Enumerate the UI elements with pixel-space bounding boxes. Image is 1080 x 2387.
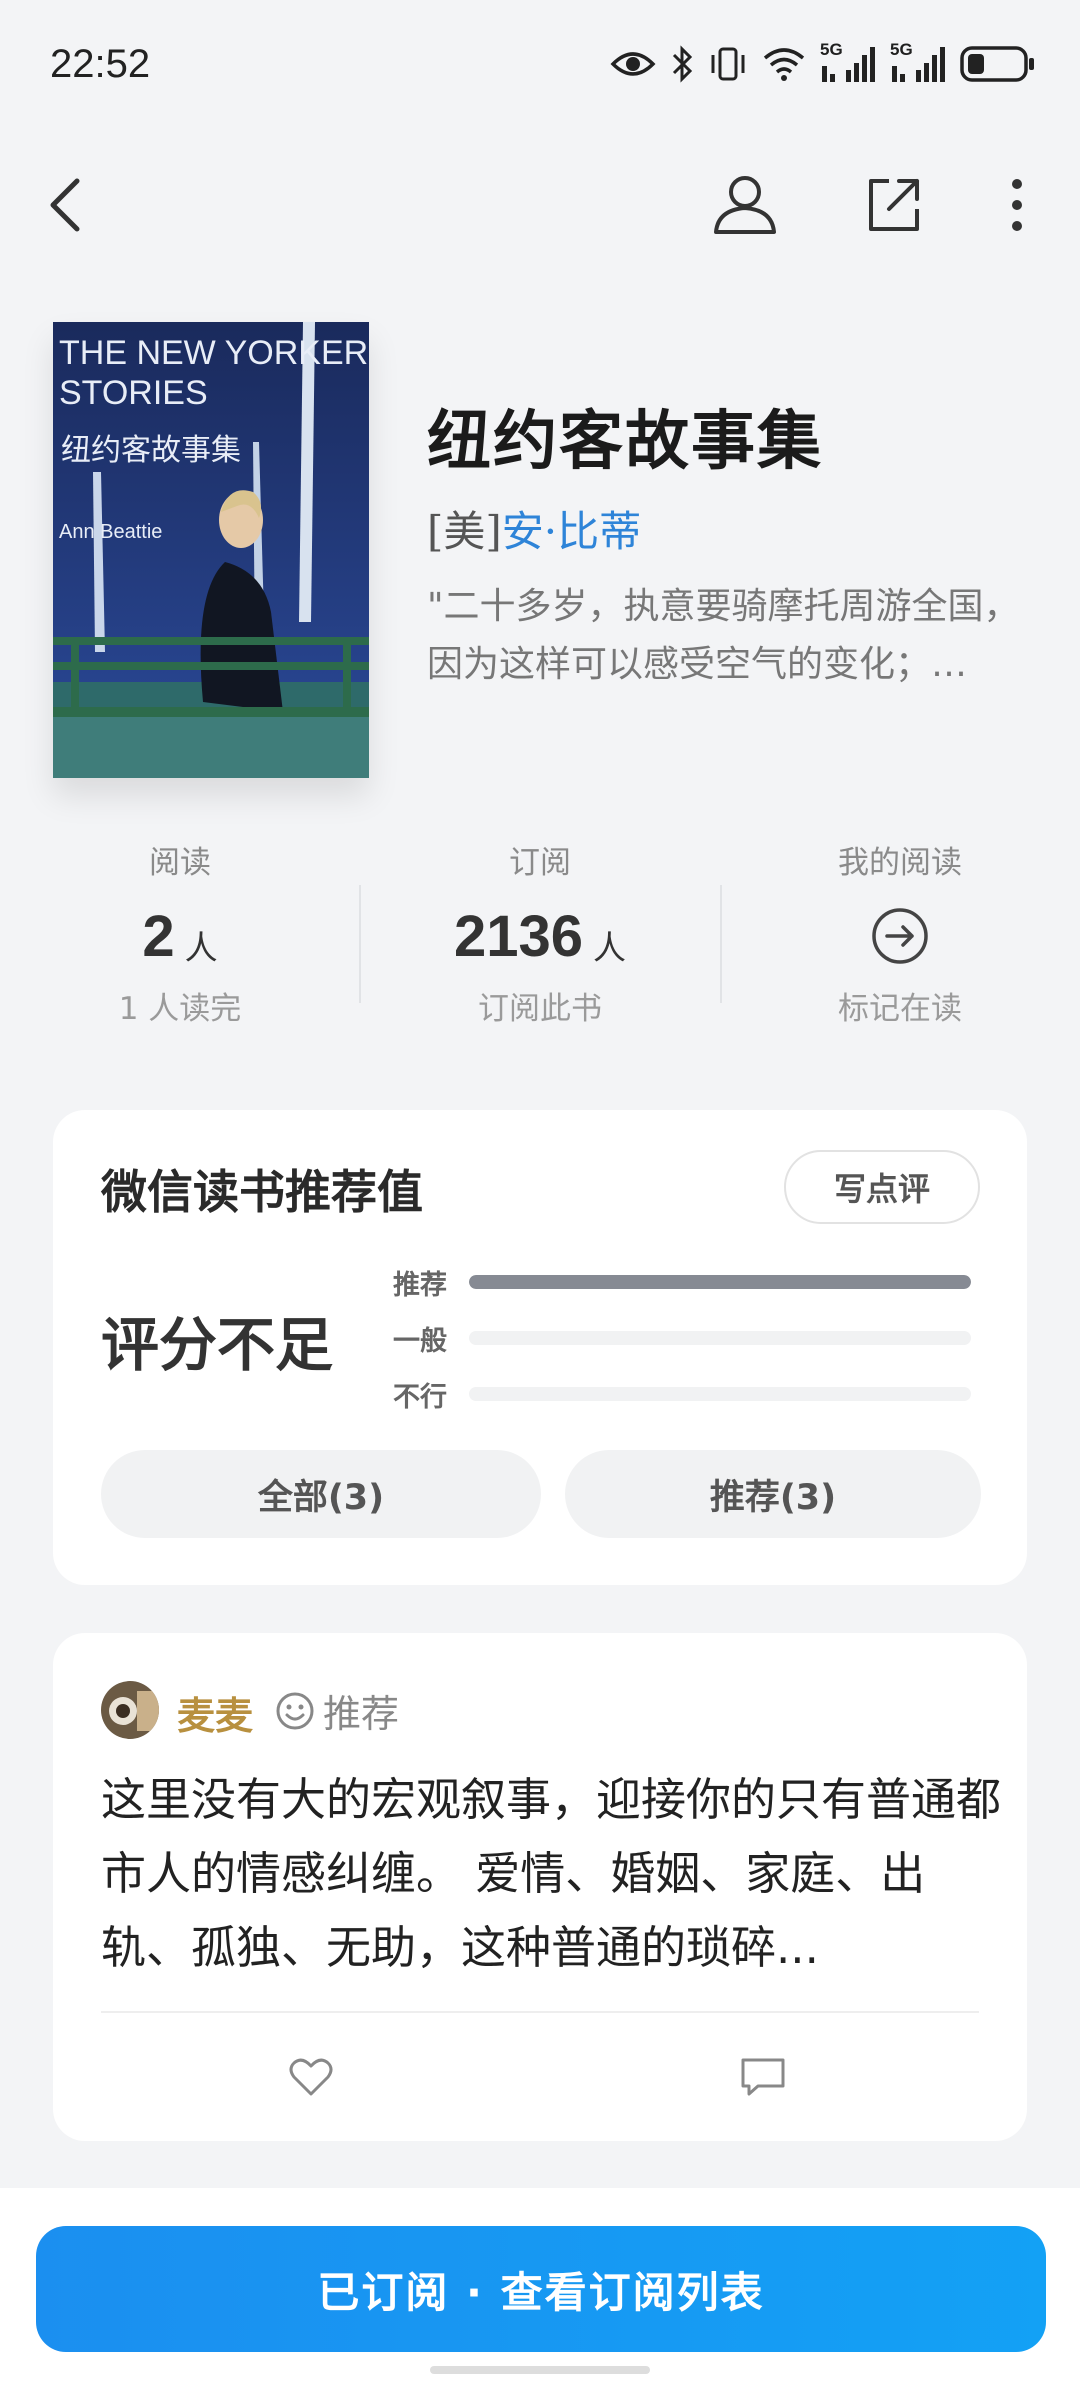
stat-label: 阅读 [149, 845, 211, 881]
back-icon [50, 178, 80, 232]
cell-signal-1: 5G [820, 40, 876, 84]
back-button[interactable] [20, 160, 110, 250]
book-intro[interactable]: "二十多岁，执意要骑摩托周游全国，因为这样可以感受空气的变化；… [427, 578, 1037, 694]
home-indicator[interactable] [430, 2366, 650, 2374]
subscription-list-button[interactable]: 已订阅 · 查看订阅列表 [36, 2226, 1046, 2352]
rating-title: 微信读书推荐值 [101, 1165, 423, 1219]
cover-author: Ann Beattie [59, 521, 162, 543]
stat-sub: 标记在读 [838, 991, 962, 1027]
cover-illustration: THE NEW YORKER STORIES 纽约客故事集 Ann Beatti… [53, 322, 369, 778]
rating-bar-track [469, 1387, 971, 1401]
status-icons: 5G 5G [610, 40, 1036, 84]
cell-signal-2: 5G [890, 40, 946, 84]
bluetooth-icon [672, 45, 693, 83]
more-icon [1012, 179, 1022, 231]
more-button[interactable] [972, 160, 1062, 250]
stat-my-reading[interactable]: 我的阅读 标记在读 [720, 840, 1080, 1032]
smile-icon [276, 1692, 314, 1729]
review-text[interactable]: 这里没有大的宏观叙事，迎接你的只有普通都市人的情感纠缠。 爱情、婚姻、家庭、出轨… [101, 1763, 1001, 1985]
heart-icon [289, 2058, 333, 2096]
wifi-icon [763, 48, 805, 81]
rating-bar-track [469, 1331, 971, 1345]
cover-title-cn: 纽约客故事集 [61, 433, 241, 468]
arrow-right-circle-icon[interactable] [870, 906, 930, 966]
reviewer-name[interactable]: 麦麦 [177, 1685, 253, 1740]
author-name[interactable]: 安·比蒂 [502, 507, 641, 556]
filter-recommend-button[interactable]: 推荐(3) [565, 1450, 981, 1538]
share-icon [869, 179, 919, 231]
rating-bar-average: 一般 [393, 1318, 971, 1358]
review-tag: 推荐 [275, 1683, 399, 1738]
write-review-button[interactable]: 写点评 [784, 1150, 980, 1224]
stat-label: 我的阅读 [838, 845, 962, 881]
eye-icon [610, 52, 656, 76]
share-button[interactable] [848, 160, 938, 250]
rating-bar-track [469, 1275, 971, 1289]
stat-value: 2136 [453, 903, 584, 969]
book-cover[interactable]: THE NEW YORKER STORIES 纽约客故事集 Ann Beatti… [53, 322, 369, 778]
cover-title-en-line2: STORIES [59, 374, 208, 412]
stat-readers[interactable]: 阅读 2人 1 人读完 [0, 840, 360, 1032]
signal-bars-icon [892, 47, 945, 82]
stat-subscribers[interactable]: 订阅 2136 人 订阅此书 [360, 840, 720, 1032]
stat-value: 2 [142, 903, 175, 969]
comment-icon [741, 2058, 785, 2096]
profile-button[interactable] [700, 160, 790, 250]
rating-bar-recommend: 推荐 [393, 1262, 971, 1302]
author-nationality: [美] [427, 507, 502, 556]
rating-bar-label: 推荐 [393, 1269, 447, 1301]
avatar-image [101, 1681, 159, 1739]
stat-sub: 1 人读完 [118, 991, 242, 1027]
review-tag-label: 推荐 [323, 1692, 400, 1736]
like-button[interactable] [281, 2047, 341, 2107]
stat-unit: 人 [593, 928, 627, 967]
rating-card: 微信读书推荐值 写点评 评分不足 推荐 一般 不行 全部(3) 推荐(3) [53, 1110, 1027, 1585]
stat-unit: 人 [184, 928, 218, 967]
rating-bar-fill [469, 1275, 971, 1289]
book-title: 纽约客故事集 [427, 404, 823, 479]
stat-label: 订阅 [509, 845, 571, 881]
review-card[interactable]: 麦麦 推荐 这里没有大的宏观叙事，迎接你的只有普通都市人的情感纠缠。 爱情、婚姻… [53, 1633, 1027, 2141]
signal-bars-icon [822, 47, 875, 82]
review-divider [101, 2011, 979, 2013]
cover-title-en-line1: THE NEW YORKER [59, 334, 368, 372]
score-text: 评分不足 [101, 1311, 334, 1379]
battery-icon [960, 46, 1034, 82]
filter-all-button[interactable]: 全部(3) [101, 1450, 541, 1538]
book-author[interactable]: [美]安·比蒂 [427, 498, 641, 559]
rating-bar-bad: 不行 [393, 1374, 971, 1414]
rating-bar-label: 一般 [393, 1325, 447, 1357]
vibrate-icon [711, 47, 745, 81]
stat-sub: 订阅此书 [478, 991, 602, 1027]
status-time: 22:52 [50, 42, 151, 86]
rating-bar-label: 不行 [393, 1381, 447, 1413]
user-icon [714, 176, 776, 234]
comment-button[interactable] [733, 2047, 793, 2107]
avatar[interactable] [101, 1681, 159, 1739]
